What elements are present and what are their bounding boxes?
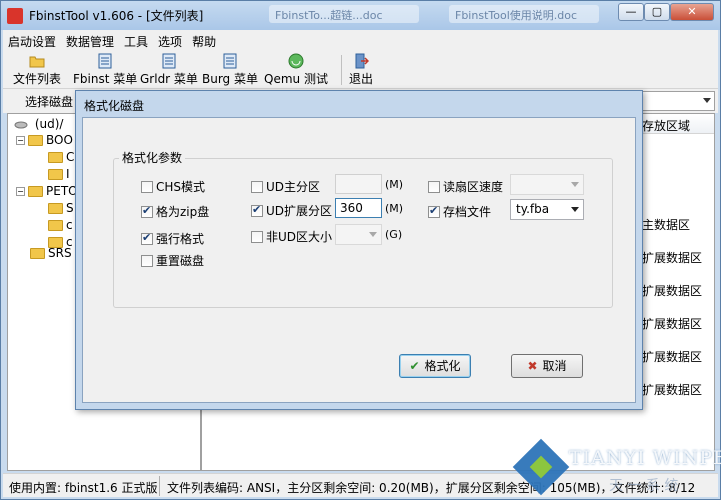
- close-button[interactable]: ✕: [670, 3, 714, 21]
- app-icon: [7, 8, 23, 24]
- dialog-body: 格式化参数 CHS模式 格为zip盘 强行格式 重置磁盘 UD主分区 (M) U…: [82, 117, 636, 403]
- exit-icon: [355, 53, 369, 69]
- checkbox-box[interactable]: [251, 180, 263, 193]
- folder-icon: [28, 135, 43, 146]
- collapse-icon[interactable]: −: [16, 136, 25, 145]
- checkbox-box[interactable]: [428, 180, 440, 193]
- fbinst-menu-button[interactable]: Fbinst 菜单: [73, 53, 137, 87]
- menu-help[interactable]: 帮助: [187, 30, 221, 53]
- non-ud-size-dropdown[interactable]: [335, 224, 382, 245]
- folder-icon: [28, 186, 43, 197]
- drive-icon: [14, 121, 28, 128]
- checkmark-icon: ✔: [409, 359, 420, 373]
- chevron-down-icon: [571, 207, 579, 212]
- window-title: FbinstTool v1.606 - [文件列表]: [29, 9, 204, 23]
- tree-root[interactable]: (ud)/: [14, 117, 63, 131]
- checkbox-box[interactable]: [141, 231, 153, 245]
- cross-icon: ✖: [527, 359, 538, 373]
- background-tab: FbinstTo...超链...doc: [269, 5, 419, 23]
- non-ud-size-checkbox[interactable]: 非UD区大小: [251, 228, 332, 245]
- folder-icon: [48, 220, 63, 231]
- ud-extended-unit: (M): [385, 202, 404, 215]
- menu-options[interactable]: 选项: [153, 30, 187, 53]
- tree-item[interactable]: I: [48, 167, 70, 181]
- ud-primary-size-input[interactable]: [335, 174, 382, 194]
- folder-icon: [48, 152, 63, 163]
- toolbar-separator: [341, 55, 342, 85]
- zip-disk-checkbox[interactable]: 格为zip盘: [141, 203, 209, 220]
- tree-item[interactable]: − PETO: [16, 184, 78, 198]
- watermark: TIANYI WINPE 天 一 系 统: [512, 438, 721, 497]
- format-button[interactable]: ✔ 格式化: [399, 354, 471, 378]
- collapse-icon[interactable]: −: [16, 187, 25, 196]
- folder-icon: [48, 203, 63, 214]
- watermark-sub: 天 一 系 统: [609, 478, 679, 494]
- ud-extended-checkbox[interactable]: UD扩展分区: [251, 202, 332, 219]
- minimize-button[interactable]: —: [618, 3, 644, 21]
- checkbox-box[interactable]: [141, 204, 153, 218]
- tree-item[interactable]: c: [48, 218, 73, 232]
- title-bar[interactable]: FbinstTool v1.606 - [文件列表] FbinstTo...超链…: [1, 1, 720, 30]
- format-dialog: 格式化磁盘 格式化参数 CHS模式 格为zip盘 强行格式 重置磁盘 UD主分区…: [75, 90, 643, 410]
- list-cell: 主数据区: [642, 218, 691, 232]
- burg-menu-button[interactable]: Burg 菜单: [202, 53, 258, 87]
- ud-extended-size-input[interactable]: 360: [335, 198, 382, 218]
- maximize-button[interactable]: ▢: [644, 3, 670, 21]
- file-list-button[interactable]: 文件列表: [13, 53, 61, 87]
- document-icon: [223, 53, 237, 69]
- chevron-down-icon: [571, 182, 579, 187]
- archive-file-checkbox[interactable]: 存档文件: [428, 203, 491, 220]
- tree-item[interactable]: − BOO: [16, 133, 73, 147]
- non-ud-size-unit: (G): [385, 228, 403, 241]
- checkbox-box[interactable]: [141, 254, 153, 267]
- toolbar: 文件列表 Fbinst 菜单 Grldr 菜单 Burg 菜单 Qemu 测试 …: [3, 51, 718, 89]
- archive-file-dropdown[interactable]: ty.fba: [510, 199, 584, 220]
- ud-primary-checkbox[interactable]: UD主分区: [251, 178, 320, 195]
- watermark-brand: TIANYI WINPE: [569, 447, 721, 469]
- list-cell: 扩展数据区: [642, 383, 703, 397]
- globe-icon: [288, 53, 304, 69]
- disk-select-dropdown[interactable]: [641, 91, 715, 111]
- chs-mode-checkbox[interactable]: CHS模式: [141, 178, 205, 195]
- background-tab: FbinstTool使用说明.doc: [449, 5, 599, 23]
- folder-icon: [48, 169, 63, 180]
- tree-item[interactable]: C: [48, 150, 74, 164]
- document-icon: [98, 53, 112, 69]
- chevron-down-icon: [703, 98, 711, 103]
- list-cell: 扩展数据区: [642, 251, 703, 265]
- reset-disk-checkbox[interactable]: 重置磁盘: [141, 252, 204, 269]
- ud-primary-unit: (M): [385, 178, 404, 191]
- list-cell: 扩展数据区: [642, 284, 703, 298]
- chevron-down-icon: [369, 232, 377, 237]
- force-format-checkbox[interactable]: 强行格式: [141, 230, 204, 247]
- tree-item[interactable]: S: [48, 201, 74, 215]
- exit-button[interactable]: 退出: [349, 53, 373, 87]
- folder-open-icon: [29, 56, 45, 68]
- menu-tools[interactable]: 工具: [119, 30, 153, 53]
- checkbox-box[interactable]: [141, 180, 153, 193]
- menu-bar: 启动设置 数据管理 工具 选项 帮助: [3, 30, 718, 51]
- document-icon: [162, 53, 176, 69]
- dialog-title: 格式化磁盘: [84, 99, 145, 113]
- folder-icon: [30, 248, 45, 259]
- read-speed-dropdown[interactable]: [510, 174, 584, 195]
- menu-boot-settings[interactable]: 启动设置: [3, 30, 61, 53]
- grldr-menu-button[interactable]: Grldr 菜单: [140, 53, 198, 87]
- checkbox-box[interactable]: [251, 203, 263, 217]
- status-divider: [159, 476, 160, 496]
- group-title: 格式化参数: [119, 149, 186, 166]
- list-cell: 扩展数据区: [642, 317, 703, 331]
- checkbox-box[interactable]: [428, 204, 440, 218]
- qemu-test-button[interactable]: Qemu 测试: [264, 53, 328, 87]
- read-speed-checkbox[interactable]: 读扇区速度: [428, 178, 503, 195]
- list-cell: 扩展数据区: [642, 350, 703, 364]
- menu-data-management[interactable]: 数据管理: [61, 30, 119, 53]
- tree-item[interactable]: SRS: [30, 246, 72, 260]
- checkbox-box[interactable]: [251, 230, 263, 243]
- status-builtin: 使用内置: fbinst1.6 正式版: [9, 481, 158, 495]
- disk-select-label: 选择磁盘: [25, 95, 74, 109]
- cancel-button[interactable]: ✖ 取消: [511, 354, 583, 378]
